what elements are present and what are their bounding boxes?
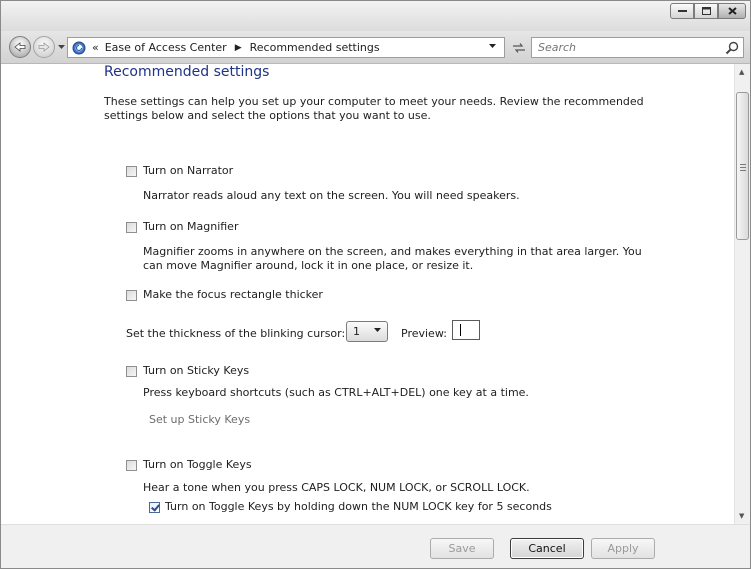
cursor-thickness-label: Set the thickness of the blinking cursor… [126, 327, 346, 340]
ease-of-access-icon [72, 41, 86, 54]
cursor-thickness-value: 1 [353, 325, 360, 338]
intro-text: These settings can help you set up your … [104, 95, 644, 122]
scrollbar-thumb[interactable] [736, 92, 749, 240]
breadcrumb-ease-of-access-center[interactable]: Ease of Access Center [105, 41, 227, 54]
toggle-keys-checkbox[interactable] [126, 460, 137, 471]
close-button[interactable] [718, 3, 746, 19]
back-button[interactable] [9, 36, 31, 58]
sticky-keys-description: Press keyboard shortcuts (such as CTRL+A… [143, 386, 529, 399]
button-bar: Save Cancel Apply [1, 524, 750, 568]
scrollbar-grip [740, 164, 746, 173]
navigation-bar: « Ease of Access Center ▶ Recommended se… [1, 31, 750, 64]
sticky-keys-label[interactable]: Turn on Sticky Keys [143, 364, 249, 377]
close-icon [727, 7, 737, 15]
forward-arrow-icon [38, 42, 50, 52]
address-overflow-chevron[interactable]: « [92, 41, 99, 54]
breadcrumb-separator-icon[interactable]: ▶ [235, 43, 242, 53]
cursor-preview-caret [460, 324, 461, 336]
magnifier-description: Magnifier zooms in anywhere on the scree… [143, 245, 642, 272]
refresh-icon [513, 42, 525, 53]
breadcrumb-recommended-settings[interactable]: Recommended settings [250, 41, 380, 54]
caption-buttons [670, 3, 746, 19]
toggle-keys-description: Hear a tone when you press CAPS LOCK, NU… [143, 481, 530, 494]
toggle-keys-numlock-checkbox[interactable] [149, 502, 160, 513]
search-box[interactable] [531, 37, 744, 58]
narrator-label[interactable]: Turn on Narrator [143, 164, 233, 177]
preview-label: Preview: [401, 327, 447, 340]
search-icon[interactable] [724, 40, 740, 56]
toggle-keys-numlock-label[interactable]: Turn on Toggle Keys by holding down the … [165, 500, 552, 513]
refresh-button[interactable] [509, 37, 529, 58]
save-button[interactable]: Save [430, 538, 494, 559]
sticky-keys-checkbox[interactable] [126, 366, 137, 377]
scroll-up-icon[interactable]: ▲ [739, 68, 744, 76]
focus-rectangle-checkbox[interactable] [126, 290, 137, 301]
focus-rectangle-label[interactable]: Make the focus rectangle thicker [143, 288, 323, 301]
narrator-description: Narrator reads aloud any text on the scr… [143, 189, 520, 202]
scroll-down-icon[interactable]: ▼ [739, 512, 744, 520]
search-input[interactable] [532, 39, 724, 56]
content-pane: Recommended settings These settings can … [1, 64, 734, 524]
narrator-checkbox[interactable] [126, 166, 137, 177]
vertical-scrollbar[interactable]: ▲ ▼ [734, 64, 750, 524]
maximize-icon [701, 7, 711, 15]
maximize-button[interactable] [694, 3, 718, 19]
toggle-keys-label[interactable]: Turn on Toggle Keys [143, 458, 252, 471]
apply-button[interactable]: Apply [591, 538, 655, 559]
window: « Ease of Access Center ▶ Recommended se… [0, 0, 751, 569]
set-up-sticky-keys-link[interactable]: Set up Sticky Keys [149, 413, 250, 426]
cursor-preview [452, 320, 480, 340]
page-title: Recommended settings [104, 64, 270, 80]
magnifier-label[interactable]: Turn on Magnifier [143, 220, 238, 233]
title-bar [1, 1, 750, 31]
magnifier-checkbox[interactable] [126, 222, 137, 233]
cancel-button[interactable]: Cancel [510, 538, 584, 559]
minimize-button[interactable] [670, 3, 694, 19]
address-bar[interactable]: « Ease of Access Center ▶ Recommended se… [67, 37, 505, 58]
minimize-icon [677, 10, 687, 12]
forward-button[interactable] [33, 36, 55, 58]
back-arrow-icon [14, 42, 26, 52]
recent-pages-dropdown-icon[interactable] [58, 45, 65, 50]
cursor-thickness-select[interactable]: 1 [346, 321, 388, 342]
address-dropdown-icon[interactable] [489, 44, 496, 49]
chevron-down-icon [374, 328, 381, 332]
